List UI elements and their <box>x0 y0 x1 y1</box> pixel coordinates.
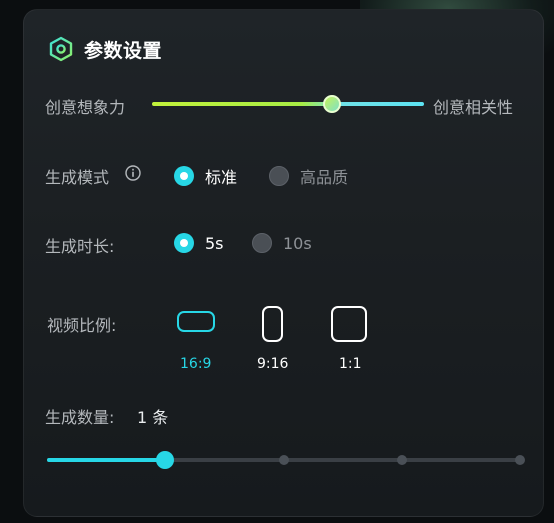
duration-option-label: 5s <box>205 233 224 253</box>
duration-option-5s[interactable]: 5s <box>174 233 224 253</box>
radio-selected-icon <box>174 233 194 253</box>
quantity-slider-step[interactable] <box>278 455 289 465</box>
radio-selected-icon <box>174 166 194 186</box>
mode-option-label: 高品质 <box>300 168 349 187</box>
creativity-slider-thumb[interactable] <box>322 95 341 113</box>
quantity-slider-track[interactable] <box>47 451 525 469</box>
creativity-right-label: 创意相关性 <box>433 98 514 117</box>
hexagon-settings-icon <box>49 36 73 62</box>
radio-unselected-icon <box>269 166 289 186</box>
panel-header: 参数设置 <box>48 34 162 64</box>
ratio-option-1-1[interactable]: 1:1 <box>331 306 367 372</box>
quantity-value: 1 条 <box>137 408 169 427</box>
mode-option-label: 标准 <box>205 168 238 187</box>
ratio-option-16-9[interactable]: 16:9 <box>177 311 215 372</box>
portrait-frame-icon <box>261 306 283 342</box>
ratio-option-label: 16:9 <box>180 356 212 372</box>
mode-option-standard[interactable]: 标准 <box>174 164 237 188</box>
square-frame-icon <box>331 306 367 342</box>
quantity-slider-step[interactable] <box>396 455 407 465</box>
mode-label: 生成模式 <box>45 168 110 187</box>
duration-option-label: 10s <box>283 233 312 253</box>
duration-option-10s[interactable]: 10s <box>252 233 312 253</box>
duration-label: 生成时长: <box>45 237 115 256</box>
ratio-label: 视频比例: <box>47 316 117 335</box>
quantity-slider-fill <box>47 458 166 462</box>
panel-title: 参数设置 <box>84 39 163 62</box>
landscape-frame-icon <box>177 311 215 332</box>
ratio-option-9-16[interactable]: 9:16 <box>257 306 288 372</box>
ratio-option-label: 9:16 <box>257 356 289 372</box>
mode-option-high-quality[interactable]: 高品质 <box>269 164 348 188</box>
radio-unselected-icon <box>252 233 272 253</box>
quantity-slider-step[interactable] <box>515 455 525 465</box>
ratio-option-label: 1:1 <box>339 356 362 372</box>
creativity-left-label: 创意想象力 <box>45 98 126 117</box>
parameter-settings-panel: 参数设置 创意想象力 创意相关性 生成模式 标准 高品质 生成时长: 5s 10… <box>23 9 544 517</box>
info-circle-icon[interactable] <box>125 165 141 181</box>
quantity-label: 生成数量: <box>45 408 115 427</box>
creativity-slider-track[interactable] <box>152 102 424 106</box>
quantity-slider-thumb[interactable] <box>156 451 175 469</box>
